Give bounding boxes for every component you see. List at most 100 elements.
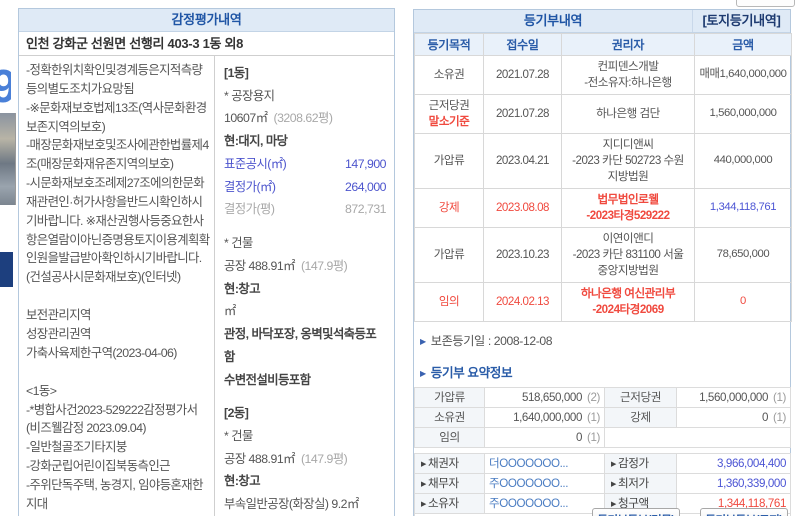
- registry-summary-table: 가압류 518,650,000(2) 근저당권 1,560,000,000(1)…: [414, 387, 791, 448]
- bullet-triangle-icon: ▶: [421, 481, 426, 488]
- registry-copy-land-button[interactable]: 등기부등본(토지): [700, 508, 788, 516]
- bullet-triangle-icon: ▶: [611, 461, 616, 468]
- col-date: 접수일: [484, 34, 562, 56]
- cell-purpose: 임의: [415, 282, 484, 321]
- summary-value: 0(1): [677, 407, 791, 427]
- summary-row: 임의 0(1): [415, 427, 791, 447]
- registry-panel-title: 등기부내역: [414, 10, 692, 32]
- cell-purpose: 가압류: [415, 133, 484, 188]
- current-use-2: 현:창고: [224, 470, 386, 493]
- appraised-value: 3,966,004,400: [677, 453, 791, 473]
- cell-purpose: 근저당권말소기준: [415, 94, 484, 133]
- building1-area: 공장 488.91㎡ (147.9평): [224, 255, 386, 278]
- bullet-triangle-icon: ▶: [611, 481, 616, 488]
- edge-digit-fragment: 9: [0, 58, 11, 114]
- note-line: -강화군립어린이집북동측인근: [26, 457, 210, 476]
- appraisal-panel-title: 감정평가내역: [19, 9, 394, 32]
- cell-amount: 78,650,000: [695, 227, 792, 282]
- note-line: -정확한위치확인및경계등은지적측량등의별도조치가요망됨: [26, 61, 210, 99]
- cell-date: 2021.07.28: [484, 94, 562, 133]
- min-price-label: ▶최저가: [605, 473, 677, 493]
- col-amount: 금액: [695, 34, 792, 56]
- current-use-1: 현:창고: [224, 278, 386, 301]
- cell-holder: 하나은행 여신관리부-2024타경2069: [562, 282, 695, 321]
- registry-header-row: 등기목적 접수일 권리자 금액: [415, 34, 792, 56]
- appraised-label: ▶감정가: [605, 453, 677, 473]
- decided-price-label: 결정가(㎡): [224, 176, 275, 199]
- summary-label: 임의: [415, 427, 485, 447]
- registry-panel: 등기부내역 [토지등기내역] 등기목적 접수일 권리자 금액 소유권 2021.…: [413, 9, 791, 516]
- owner-link[interactable]: 주OOOOOOO...: [485, 493, 605, 513]
- note-line: -주위단독주택, 농경지, 임야등혼재한지대: [26, 476, 210, 514]
- cell-holder: 법무법인로웰-2023타경529222: [562, 188, 695, 227]
- building2-area-value: 공장 488.91㎡: [224, 452, 295, 466]
- building1-area-pyeong: (147.9평): [301, 259, 347, 273]
- land-area-value: 10607㎡: [224, 111, 268, 125]
- cell-purpose: 소유권: [415, 56, 484, 95]
- bullet-triangle-icon: ▶: [420, 369, 426, 378]
- debtor-link[interactable]: 주OOOOOOO...: [485, 473, 605, 493]
- cell-amount: 1,344,118,761: [695, 188, 792, 227]
- note-line: 보전관리지역: [26, 306, 210, 325]
- included-items-1: 관정, 바닥포장, 옹벽및석축등포함: [224, 323, 386, 368]
- building-label: * 건물: [224, 232, 386, 255]
- registry-row: 근저당권말소기준 2021.07.28 하나은행 검단 1,560,000,00…: [415, 94, 792, 133]
- cell-date: 2023.08.08: [484, 188, 562, 227]
- summary-label: 소유권: [415, 407, 485, 427]
- cell-amount: 매매1,640,000,000: [695, 56, 792, 95]
- land-registry-toggle[interactable]: [토지등기내역]: [692, 10, 790, 32]
- cell-date: 2021.07.28: [484, 56, 562, 95]
- note-line: -매장문화재보호및조사에관한법률제4조(매장문화재유존지역의보호): [26, 136, 210, 174]
- summary-row: 소유권 1,640,000,000(1) 강제 0(1): [415, 407, 791, 427]
- cell-purpose: 가압류: [415, 227, 484, 282]
- note-line: <1동>: [26, 382, 210, 401]
- top-button-fragment[interactable]: [736, 0, 795, 7]
- appraisal-columns: -정확한위치확인및경계등은지적측량등의별도조치가요망됨 -※문화재보호법제13조…: [19, 56, 394, 516]
- cell-amount: 0: [695, 282, 792, 321]
- decided-price-row: 결정가(㎡)264,000: [224, 176, 386, 199]
- cell-date: 2023.10.23: [484, 227, 562, 282]
- dong2-title: [2동]: [224, 402, 386, 425]
- min-price-value: 1,360,339,000: [677, 473, 791, 493]
- std-price-row: 표준공시(㎡)147,900: [224, 153, 386, 176]
- cell-purpose: 강제: [415, 188, 484, 227]
- registry-row: 가압류 2023.04.21 지디디앤씨-2023 카단 502723 수원지방…: [415, 133, 792, 188]
- building-label-2: * 건물: [224, 425, 386, 448]
- registry-copy-building-button[interactable]: 등기부등본(건물): [592, 508, 680, 516]
- decided-price-pyeong-row: 결정가(평) 872,731: [224, 198, 386, 221]
- cell-holder: 하나은행 검단: [562, 94, 695, 133]
- col-holder: 권리자: [562, 34, 695, 56]
- cell-date: 2024.02.13: [484, 282, 562, 321]
- bullet-triangle-icon: ▶: [420, 337, 426, 346]
- decided-price-pyeong-label: 결정가(평): [224, 198, 274, 221]
- registry-row: 가압류 2023.10.23 이연이앤디-2023 카단 831100 서울중앙…: [415, 227, 792, 282]
- cell-amount: 440,000,000: [695, 133, 792, 188]
- creditor-link[interactable]: 더OOOOOOO...: [485, 453, 605, 473]
- bullet-triangle-icon: ▶: [421, 461, 426, 468]
- registry-row: 임의 2024.02.13 하나은행 여신관리부-2024타경2069 0: [415, 282, 792, 321]
- appraisal-panel: 감정평가내역 인천 강화군 선원면 선행리 403-3 1동 외8 -정확한위치…: [18, 8, 395, 516]
- cell-holder: 이연이앤디-2023 카단 831100 서울중앙지방법원: [562, 227, 695, 282]
- owner-label: ▶소유자: [415, 493, 485, 513]
- decided-price-pyeong-value: 872,731: [345, 198, 386, 221]
- building2-area: 공장 488.91㎡(147.9평): [224, 448, 386, 471]
- thumbnail-photo-fragment: [0, 113, 16, 205]
- summary-label: 강제: [605, 407, 677, 427]
- building1-area-value: 공장 488.91㎡: [224, 259, 295, 273]
- annex-area: 부속일반공장(화장실) 9.2㎡(2.78평): [224, 493, 386, 516]
- cell-date: 2023.04.21: [484, 133, 562, 188]
- std-price-label: 표준공시(㎡): [224, 153, 286, 176]
- summary-value: 518,650,000(2): [485, 387, 605, 407]
- summary-section-title: ▶등기부 요약정보: [420, 362, 790, 381]
- annex-area-value: 부속일반공장(화장실) 9.2㎡: [224, 497, 359, 511]
- land-use: * 공장용지: [224, 85, 386, 108]
- party-row: ▶채무자 주OOOOOOO... ▶최저가 1,360,339,000: [415, 473, 791, 493]
- creditor-label: ▶채권자: [415, 453, 485, 473]
- land-area-pyeong: (3208.62평): [274, 111, 333, 125]
- note-line: -시문화재보호조례제27조에의한문화재관련인·허가사항을반드시확인하시기바랍니다…: [26, 174, 210, 287]
- summary-row: 가압류 518,650,000(2) 근저당권 1,560,000,000(1): [415, 387, 791, 407]
- cell-amount: 1,560,000,000: [695, 94, 792, 133]
- dong1-title: [1동]: [224, 62, 386, 85]
- summary-empty: [605, 427, 791, 447]
- note-line: -*병합사건2023-529222감정평가서(비즈웰감정 2023.09.04): [26, 401, 210, 439]
